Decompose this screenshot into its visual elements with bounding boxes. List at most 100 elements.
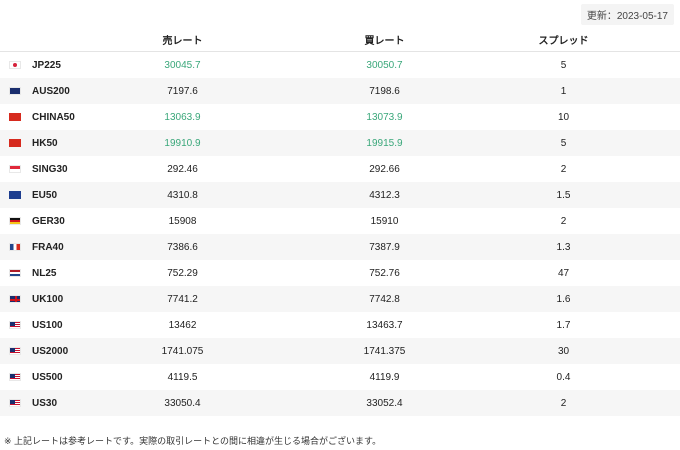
flag-us-icon: [9, 347, 21, 355]
spread-cell: 5: [560, 59, 567, 71]
symbol-cell: NL25: [32, 267, 57, 279]
spread-cell: 1.5: [556, 189, 571, 201]
flag-cell: [0, 243, 30, 251]
flag-de-icon: [9, 217, 21, 225]
buy-rate-cell: 292.66: [369, 163, 400, 175]
table-header: 売レート 買レート スプレッド: [0, 28, 680, 52]
buy-rate-cell: 4119.9: [369, 371, 400, 383]
updated-date-badge: 更新：2023-05-17: [580, 4, 674, 25]
table-row: SING30 292.46 292.66 2: [0, 156, 680, 182]
spread-cell: 1: [560, 85, 567, 97]
buy-rate-cell: 19915.9: [366, 137, 403, 149]
flag-eu-icon: [9, 191, 21, 199]
header-sell-rate: 売レート: [162, 36, 203, 47]
sell-rate-cell: 1741.075: [161, 345, 204, 357]
symbol-cell: US2000: [32, 345, 69, 357]
buy-rate-cell: 13073.9: [366, 111, 403, 123]
buy-rate-cell: 7387.9: [369, 241, 400, 253]
header-spread: スプレッド: [538, 36, 589, 47]
flag-cell: [0, 165, 30, 173]
rates-table: 売レート 買レート スプレッド JP225 30045.7 30050.7 5 AUS2…: [0, 28, 680, 416]
table-body: JP225 30045.7 30050.7 5 AUS200 7197.6 7198.6 1 C…: [0, 52, 680, 416]
sell-rate-cell: 13462: [168, 319, 197, 331]
buy-rate-cell: 7198.6: [369, 85, 400, 97]
symbol-cell: CHINA50: [32, 111, 75, 123]
flag-cell: [0, 373, 30, 381]
flag-cell: [0, 347, 30, 355]
table-row: US2000 1741.075 1741.375 30: [0, 338, 680, 364]
spread-cell: 30: [557, 345, 570, 357]
table-row: FRA40 7386.6 7387.9 1.3: [0, 234, 680, 260]
table-row: AUS200 7197.6 7198.6 1: [0, 78, 680, 104]
sell-rate-cell: 7741.2: [167, 293, 198, 305]
flag-cell: [0, 295, 30, 303]
spread-cell: 2: [560, 397, 567, 409]
sell-rate-cell: 7386.6: [167, 241, 198, 253]
flag-us-icon: [9, 321, 21, 329]
buy-rate-cell: 4312.3: [369, 189, 400, 201]
flag-cell: [0, 191, 30, 199]
symbol-cell: UK100: [32, 293, 64, 305]
flag-us-icon: [9, 373, 21, 381]
sell-rate-cell: 4119.5: [167, 371, 198, 383]
flag-cell: [0, 61, 30, 69]
table-row: CHINA50 13063.9 13073.9 10: [0, 104, 680, 130]
buy-rate-cell: 13463.7: [366, 319, 403, 331]
symbol-cell: FRA40: [32, 241, 64, 253]
buy-rate-cell: 7742.8: [369, 293, 400, 305]
spread-cell: 5: [560, 137, 567, 149]
symbol-cell: US30: [32, 397, 58, 409]
sell-rate-cell: 15908: [168, 215, 197, 227]
flag-cell: [0, 399, 30, 407]
flag-nl-icon: [9, 269, 21, 277]
buy-rate-cell: 30050.7: [366, 59, 403, 71]
spread-cell: 10: [557, 111, 570, 123]
flag-cell: [0, 87, 30, 95]
spread-cell: 1.3: [556, 241, 571, 253]
sell-rate-cell: 33050.4: [164, 397, 201, 409]
table-row: GER30 15908 15910 2: [0, 208, 680, 234]
flag-cn-icon: [9, 113, 21, 121]
table-row: NL25 752.29 752.76 47: [0, 260, 680, 286]
flag-cell: [0, 321, 30, 329]
sell-rate-cell: 19910.9: [164, 137, 201, 149]
symbol-cell: JP225: [32, 59, 61, 71]
flag-cell: [0, 217, 30, 225]
buy-rate-cell: 1741.375: [363, 345, 406, 357]
flag-sg-icon: [9, 165, 21, 173]
spread-cell: 2: [560, 163, 567, 175]
flag-uk-icon: [9, 295, 21, 303]
symbol-cell: EU50: [32, 189, 58, 201]
symbol-cell: US500: [32, 371, 63, 383]
sell-rate-cell: 7197.6: [167, 85, 198, 97]
symbol-cell: SING30: [32, 163, 68, 175]
buy-rate-cell: 752.76: [369, 267, 400, 279]
sell-rate-cell: 752.29: [167, 267, 198, 279]
flag-au-icon: [9, 87, 21, 95]
table-row: US30 33050.4 33052.4 2: [0, 390, 680, 416]
symbol-cell: US100: [32, 319, 63, 331]
spread-cell: 47: [557, 267, 570, 279]
spread-cell: 1.6: [556, 293, 571, 305]
table-row: US500 4119.5 4119.9 0.4: [0, 364, 680, 390]
symbol-cell: GER30: [32, 215, 65, 227]
sell-rate-cell: 292.46: [167, 163, 198, 175]
flag-cell: [0, 139, 30, 147]
flag-fr-icon: [9, 243, 21, 251]
buy-rate-cell: 15910: [370, 215, 399, 227]
table-row: EU50 4310.8 4312.3 1.5: [0, 182, 680, 208]
flag-cell: [0, 269, 30, 277]
sell-rate-cell: 4310.8: [167, 189, 198, 201]
spread-cell: 0.4: [556, 371, 571, 383]
symbol-cell: AUS200: [32, 85, 70, 97]
symbol-cell: HK50: [32, 137, 58, 149]
table-row: UK100 7741.2 7742.8 1.6: [0, 286, 680, 312]
table-row: US100 13462 13463.7 1.7: [0, 312, 680, 338]
table-row: HK50 19910.9 19915.9 5: [0, 130, 680, 156]
flag-cell: [0, 113, 30, 121]
spread-cell: 2: [560, 215, 567, 227]
sell-rate-cell: 13063.9: [164, 111, 201, 123]
buy-rate-cell: 33052.4: [366, 397, 403, 409]
flag-jp-icon: [9, 61, 21, 69]
header-buy-rate: 買レート: [364, 36, 405, 47]
